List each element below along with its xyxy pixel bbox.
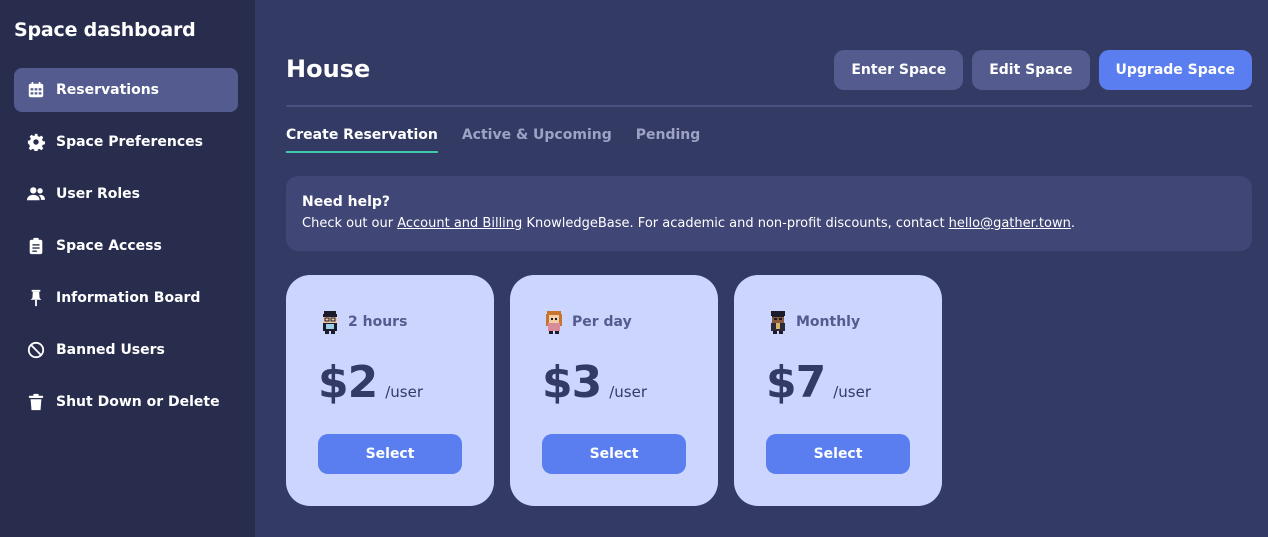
tab-active-upcoming[interactable]: Active & Upcoming	[462, 127, 612, 153]
tab-pending[interactable]: Pending	[636, 127, 701, 153]
avatar-icon	[766, 309, 790, 335]
calendar-icon	[26, 80, 46, 100]
pin-icon	[26, 288, 46, 308]
users-icon	[26, 184, 46, 204]
help-text-middle: KnowledgeBase. For academic and non-prof…	[522, 216, 949, 231]
help-text-after: .	[1070, 216, 1075, 231]
sidebar-item-reservations[interactable]: Reservations	[14, 68, 238, 112]
sidebar-item-user-roles[interactable]: User Roles	[14, 172, 238, 216]
sidebar-item-label: Shut Down or Delete	[56, 394, 220, 410]
gear-icon	[26, 132, 46, 152]
plan-price: $2	[318, 357, 378, 408]
select-per-day-button[interactable]: Select	[542, 434, 686, 474]
sidebar-item-label: Information Board	[56, 290, 201, 306]
tab-create-reservation[interactable]: Create Reservation	[286, 127, 438, 153]
help-title: Need help?	[302, 194, 391, 210]
header-actions: Enter Space Edit Space Upgrade Space	[834, 50, 1252, 90]
plan-label: Monthly	[796, 314, 861, 330]
plan-label: Per day	[572, 314, 632, 330]
help-banner: Need help? Check out our Account and Bil…	[286, 176, 1252, 251]
enter-space-button[interactable]: Enter Space	[834, 50, 964, 90]
plan-unit: /user	[385, 383, 424, 401]
edit-space-button[interactable]: Edit Space	[972, 50, 1090, 90]
plan-price: $3	[542, 357, 602, 408]
select-monthly-button[interactable]: Select	[766, 434, 910, 474]
plan-cards: 2 hours $2 /user Select Per day $3 /user…	[286, 275, 942, 506]
sidebar-item-label: Banned Users	[56, 342, 165, 358]
trash-icon	[26, 392, 46, 412]
sidebar-item-space-preferences[interactable]: Space Preferences	[14, 120, 238, 164]
sidebar-item-label: User Roles	[56, 186, 140, 202]
plan-unit: /user	[833, 383, 872, 401]
clipboard-icon	[26, 236, 46, 256]
select-2-hours-button[interactable]: Select	[318, 434, 462, 474]
help-text-before: Check out our	[302, 216, 398, 231]
account-billing-link[interactable]: Account and Billing	[397, 216, 522, 231]
sidebar-item-label: Space Preferences	[56, 134, 203, 150]
sidebar-item-space-access[interactable]: Space Access	[14, 224, 238, 268]
plan-label: 2 hours	[348, 314, 408, 330]
sidebar-item-label: Reservations	[56, 82, 159, 98]
header-divider	[286, 105, 1252, 107]
sidebar-nav: Reservations Space Preferences User Role…	[14, 68, 238, 432]
plan-unit: /user	[609, 383, 648, 401]
plan-card-per-day: Per day $3 /user Select	[510, 275, 718, 506]
sidebar-item-label: Space Access	[56, 238, 162, 254]
upgrade-space-button[interactable]: Upgrade Space	[1098, 50, 1252, 90]
sidebar-item-shut-down-or-delete[interactable]: Shut Down or Delete	[14, 380, 238, 424]
plan-price: $7	[766, 357, 826, 408]
plan-card-monthly: Monthly $7 /user Select	[734, 275, 942, 506]
ban-icon	[26, 340, 46, 360]
sidebar-title: Space dashboard	[14, 19, 196, 41]
avatar-icon	[318, 309, 342, 335]
avatar-icon	[542, 309, 566, 335]
sidebar: Space dashboard Reservations Space Prefe…	[0, 0, 255, 537]
plan-card-2-hours: 2 hours $2 /user Select	[286, 275, 494, 506]
page-title: House	[286, 55, 371, 83]
sidebar-item-banned-users[interactable]: Banned Users	[14, 328, 238, 372]
email-link[interactable]: hello@gather.town	[949, 216, 1071, 231]
tab-bar: Create Reservation Active & Upcoming Pen…	[286, 127, 700, 153]
help-text: Check out our Account and Billing Knowle…	[302, 216, 1236, 231]
sidebar-item-information-board[interactable]: Information Board	[14, 276, 238, 320]
